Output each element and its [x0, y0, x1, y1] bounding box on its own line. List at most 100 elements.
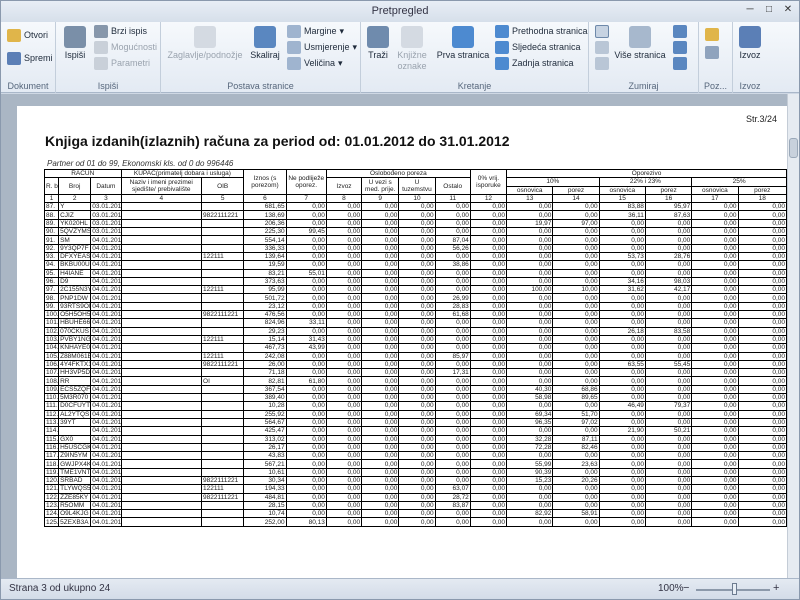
table-cell: 0,00 [325, 509, 363, 519]
background-icon[interactable] [705, 28, 719, 41]
table-cell: 0,00 [506, 376, 554, 386]
page-status: Strana 3 od ukupno 24 [9, 583, 111, 594]
column-number: 12 [469, 193, 508, 204]
table-cell: 0,00 [398, 243, 436, 253]
previous-page-button[interactable]: Prethodna stranica [495, 25, 588, 38]
table-cell: 0,00 [691, 384, 739, 395]
column-number: 14 [552, 193, 600, 204]
minimize-button[interactable]: ─ [741, 3, 759, 18]
table-cell: 0,00 [598, 293, 646, 303]
table-cell: 0,00 [737, 384, 787, 395]
zoom-out-button[interactable]: − [683, 582, 689, 594]
margins-dropdown[interactable]: Margine ▾ [287, 25, 344, 38]
table-cell [120, 384, 203, 395]
table-cell [201, 318, 245, 328]
vertical-scrollbar[interactable] [787, 94, 799, 578]
first-page-button[interactable]: Prva stranica [435, 26, 491, 61]
table-row: 124. O9L4KJG 04.01.201 10,74 0,00 0,00 0,00 0,0… [43, 509, 787, 519]
table-cell: 61,80 [285, 376, 327, 386]
export-button[interactable]: Izvoz [737, 26, 763, 61]
zoom-in-icon[interactable] [673, 25, 687, 38]
print-button[interactable]: Ispiši [62, 26, 88, 61]
table-cell [201, 227, 245, 237]
table-cell: 0,00 [361, 509, 400, 519]
table-cell: 0,00 [506, 260, 554, 270]
close-button[interactable]: ✕ [779, 3, 797, 18]
scale-button[interactable]: Skaliraj [247, 26, 283, 61]
zoom-in-button[interactable]: + [773, 582, 779, 594]
table-cell: 0,00 [361, 392, 400, 403]
table-cell: 0,00 [285, 384, 327, 395]
size-dropdown[interactable]: Veličina ▾ [287, 57, 343, 70]
document-area[interactable]: Str.3/24 Knjiga izdanih(izlaznih) računa… [1, 94, 787, 578]
zoom-fit-icon[interactable] [673, 57, 687, 70]
bookmarks-button[interactable]: Knjižne oznake [394, 26, 430, 72]
options-button[interactable]: Mogućnosti [94, 41, 157, 54]
table-cell: 0,00 [598, 442, 646, 453]
watermark-icon[interactable] [705, 46, 719, 59]
table-cell: 04.01.201 [90, 492, 122, 502]
table-cell: 0,00 [691, 310, 739, 320]
table-cell: 04.01.201 [90, 318, 122, 328]
pointer-icon[interactable] [595, 25, 609, 38]
table-cell: 04.01.201 [90, 368, 122, 378]
table-cell: 119. [43, 467, 60, 478]
ribbon: Otvori Spremi Dokument Ispiši Brzi ispis… [1, 22, 799, 93]
table-cell: 9822111221 [201, 492, 245, 502]
table-cell: 0,00 [325, 243, 363, 253]
table-cell: 122111 [201, 251, 245, 262]
table-cell: 0,00 [285, 260, 327, 270]
table-cell [120, 509, 203, 519]
zoom-out-icon[interactable] [673, 41, 687, 54]
next-page-button[interactable]: Sljedeća stranica [495, 41, 581, 54]
group-label: Izvoz [739, 81, 761, 91]
table-cell: 0,00 [598, 268, 646, 278]
table-cell: 90. [43, 227, 60, 237]
zoom-tool-icon[interactable] [595, 57, 609, 70]
table-cell: 0,00 [285, 417, 327, 428]
open-button[interactable]: Otvori [7, 29, 48, 42]
table-cell: 0,00 [434, 434, 471, 444]
table-cell: 0,00 [325, 417, 363, 428]
group-label: Postava stranice [227, 81, 294, 91]
table-cell: 0,00 [691, 343, 739, 353]
table-cell: 0,00 [325, 451, 363, 461]
table-row: 114. 04.01.201 425,47 0,00 0,00 0,00 0,00 0,00 0… [43, 426, 787, 436]
table-cell: 0,00 [691, 368, 739, 378]
table-cell: 0,00 [285, 251, 327, 262]
table-cell: 0,00 [737, 484, 787, 494]
table-cell: 0,00 [469, 227, 508, 237]
save-button[interactable]: Spremi [7, 52, 53, 65]
table-cell: 0,00 [398, 484, 436, 494]
table-cell: 0,00 [285, 409, 327, 419]
table-cell: 0,00 [469, 326, 508, 336]
table-cell: 0,00 [644, 235, 693, 245]
parameters-button[interactable]: Parametri [94, 57, 150, 70]
table-cell: 0,00 [598, 434, 646, 444]
table-cell: 0,00 [469, 417, 508, 428]
table-cell: 0,00 [552, 334, 600, 345]
table-cell: 0,00 [691, 210, 739, 220]
table-cell: 26,17 [243, 442, 287, 453]
last-page-button[interactable]: Zadnja stranica [495, 57, 574, 70]
table-cell: 0,00 [469, 376, 508, 386]
table-cell: 28,76 [644, 251, 693, 262]
multiple-pages-button[interactable]: Više stranica [613, 26, 667, 61]
table-cell [201, 517, 245, 527]
table-cell [120, 202, 203, 212]
orientation-dropdown[interactable]: Usmjerenje ▾ [287, 41, 357, 54]
scrollbar-thumb[interactable] [789, 138, 798, 158]
table-cell: 0,00 [598, 318, 646, 328]
zoom-slider-thumb[interactable] [732, 583, 737, 595]
hand-icon[interactable] [595, 41, 609, 54]
table-cell: 123. [43, 500, 60, 511]
table-row: 98. PNP1DW 04.01.201 501,72 0,00 0,00 0,00 0,00… [43, 293, 787, 303]
table-cell: 0,00 [285, 293, 327, 303]
table-cell: 0,00 [325, 376, 363, 386]
table-cell: 0,00 [469, 359, 508, 370]
find-button[interactable]: Traži [365, 26, 391, 61]
quick-print-button[interactable]: Brzi ispis [94, 25, 147, 38]
header-footer-button[interactable]: Zaglavlje/podnožje [165, 26, 245, 61]
maximize-button[interactable]: □ [760, 3, 778, 18]
table-cell [120, 218, 203, 229]
